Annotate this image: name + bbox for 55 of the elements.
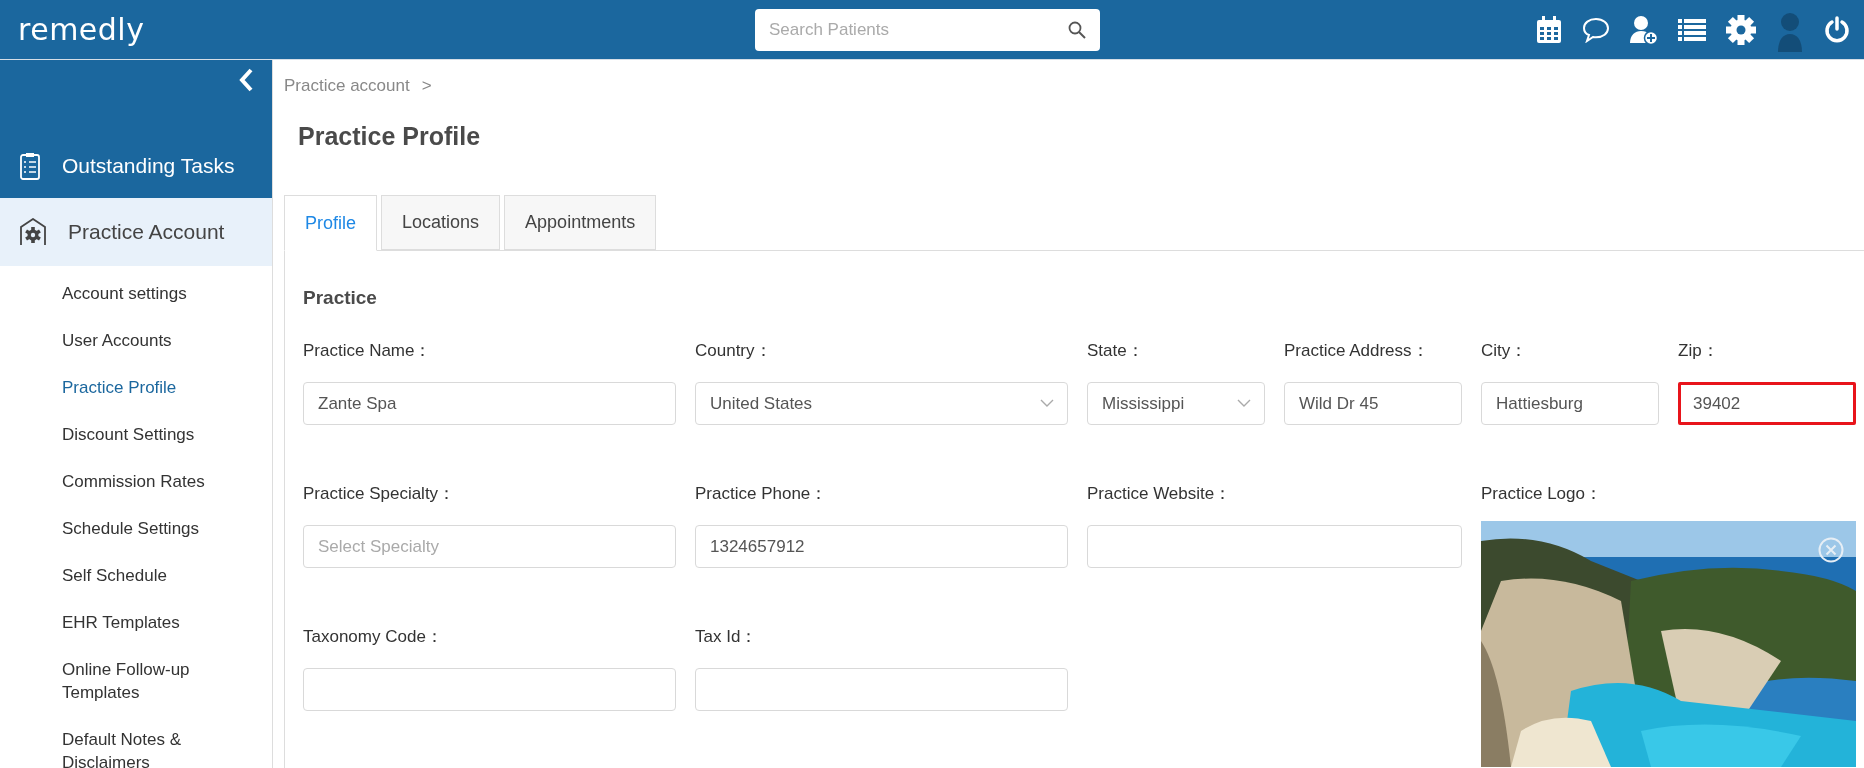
sidebar-section[interactable]: Outstanding Tasks — [0, 134, 272, 198]
text-field[interactable]: 39402 — [1678, 382, 1856, 425]
dropdown-field[interactable]: United States — [695, 382, 1068, 425]
breadcrumb-link[interactable]: Practice account — [284, 76, 410, 96]
sidebar-item[interactable]: Self Schedule — [62, 564, 242, 587]
sidebar-item[interactable]: Discount Settings — [62, 423, 242, 446]
field-label: Practice Name： — [303, 340, 433, 362]
field-label: Zip： — [1678, 340, 1720, 362]
clipboard-icon — [20, 152, 40, 180]
field-label: Taxonomy Code： — [303, 626, 444, 648]
sidebar-item[interactable]: Default Notes & Disclaimers — [62, 728, 242, 768]
sidebar-item[interactable]: Online Follow-up Templates — [62, 658, 242, 704]
field-label: City： — [1481, 340, 1529, 362]
sidebar-item[interactable]: Schedule Settings — [62, 517, 242, 540]
sidebar-item[interactable]: EHR Templates — [62, 611, 242, 634]
sidebar-item[interactable]: Account settings — [62, 282, 242, 305]
text-field[interactable]: 1324657912 — [695, 525, 1068, 568]
field-label: Practice Website： — [1087, 483, 1233, 505]
calendar-icon[interactable] — [1536, 15, 1562, 44]
sidebar-item[interactable]: User Accounts — [62, 329, 242, 352]
add-user-icon[interactable] — [1630, 14, 1658, 45]
text-field[interactable]: Select Specialty — [303, 525, 676, 568]
power-icon[interactable] — [1824, 15, 1850, 44]
section-title: Practice — [303, 287, 378, 309]
breadcrumb-separator: > — [421, 76, 432, 96]
dropdown-field[interactable]: Mississippi — [1087, 382, 1265, 425]
text-field[interactable] — [695, 668, 1068, 711]
tab[interactable]: Profile — [284, 195, 378, 251]
tab[interactable]: Locations — [381, 195, 501, 250]
tab[interactable]: Appointments — [504, 195, 657, 250]
text-field[interactable] — [1087, 525, 1462, 568]
text-field[interactable]: Zante Spa — [303, 382, 676, 425]
sidebar-item[interactable]: Practice Profile — [62, 376, 242, 399]
search-field[interactable]: Search Patients — [755, 8, 1100, 51]
field-label: Tax Id： — [695, 626, 759, 648]
close-icon[interactable] — [1818, 537, 1844, 563]
chat-bubble-icon[interactable] — [1582, 16, 1610, 43]
field-label: State： — [1087, 340, 1145, 362]
page-title: Practice Profile — [298, 122, 482, 151]
text-field[interactable]: Hattiesburg — [1481, 382, 1659, 425]
chevron-left-icon[interactable] — [238, 68, 254, 92]
settings-icon[interactable] — [1726, 14, 1756, 45]
field-label: Country： — [695, 340, 773, 362]
sidebar-section[interactable]: Practice Account — [0, 198, 272, 266]
gear-house-icon — [20, 218, 46, 246]
text-field[interactable] — [303, 668, 676, 711]
text-field[interactable]: Wild Dr 45 — [1284, 382, 1462, 425]
field-label: Practice Logo： — [1481, 483, 1603, 505]
field-label: Practice Address： — [1284, 340, 1430, 362]
logo[interactable]: remedly — [18, 12, 755, 47]
list-icon[interactable] — [1678, 17, 1706, 42]
field-label: Practice Phone： — [695, 483, 829, 505]
field-label: Practice Specialty： — [303, 483, 457, 505]
sidebar-item[interactable]: Commission Rates — [62, 470, 242, 493]
search-icon[interactable] — [1068, 20, 1086, 39]
